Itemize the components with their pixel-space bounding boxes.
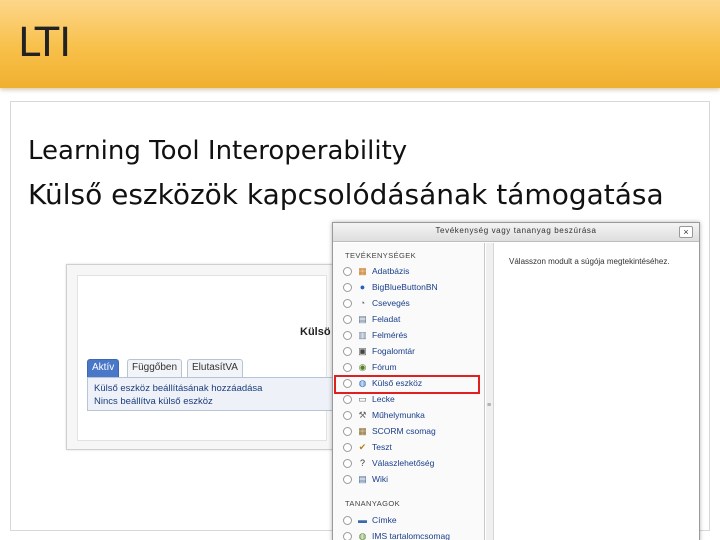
- module-item-assignment[interactable]: ▤ Feladat: [343, 312, 479, 327]
- subtitle-line-2: Külső eszközök kapcsolódásának támogatás…: [28, 178, 664, 211]
- bigbluebutton-icon: ●: [359, 282, 366, 292]
- forum-icon: ◉: [358, 362, 367, 372]
- radio-button[interactable]: [343, 283, 352, 292]
- background-screenshot: [66, 264, 336, 450]
- module-label: Fogalomtár: [372, 346, 415, 356]
- background-tab-panel: Külső eszköz beállításának hozzáadása Ni…: [87, 377, 336, 411]
- tab-active[interactable]: Aktív: [87, 359, 120, 377]
- module-list: TEVÉKENYSÉGEK ▦ Adatbázis ● BigBlueButto…: [333, 243, 485, 540]
- module-item-forum[interactable]: ◉ Fórum: [343, 360, 479, 375]
- module-label: Fórum: [372, 362, 397, 372]
- radio-button[interactable]: [343, 347, 352, 356]
- module-item-bigbluebutton[interactable]: ● BigBlueButtonBN: [343, 280, 479, 295]
- module-label: Lecke: [372, 394, 395, 404]
- module-label: BigBlueButtonBN: [372, 282, 438, 292]
- radio-button[interactable]: [343, 411, 352, 420]
- module-item-quiz[interactable]: ✔ Teszt: [343, 440, 479, 455]
- activities-heading: TEVÉKENYSÉGEK: [345, 251, 417, 260]
- module-item-wiki[interactable]: ▤ Wiki: [343, 472, 479, 487]
- survey-icon: ▥: [358, 330, 367, 340]
- radio-button[interactable]: [343, 267, 352, 276]
- radio-button[interactable]: [343, 516, 352, 525]
- radio-button[interactable]: [343, 315, 352, 324]
- module-label: Csevegés: [372, 298, 410, 308]
- radio-button[interactable]: [343, 299, 352, 308]
- module-item-glossary[interactable]: ▣ Fogalomtár: [343, 344, 479, 359]
- module-label: Külső eszköz: [372, 378, 423, 388]
- module-item-choice[interactable]: ? Válaszlehetőség: [343, 456, 479, 471]
- module-label: Adatbázis: [372, 266, 410, 276]
- radio-button[interactable]: [343, 331, 352, 340]
- module-label: Műhelymunka: [372, 410, 425, 420]
- module-item-lesson[interactable]: ▭ Lecke: [343, 392, 479, 407]
- background-heading: Külsö: [300, 326, 331, 338]
- slide-title-bar: LTI: [0, 0, 720, 88]
- quiz-icon: ✔: [358, 442, 367, 452]
- module-item-database[interactable]: ▦ Adatbázis: [343, 264, 479, 279]
- module-item-survey[interactable]: ▥ Felmérés: [343, 328, 479, 343]
- list-scrollbar[interactable]: ≡: [486, 243, 494, 540]
- scorm-icon: ▦: [358, 426, 367, 436]
- module-label: Felmérés: [372, 330, 408, 340]
- radio-button[interactable]: [343, 532, 352, 540]
- radio-button[interactable]: [343, 475, 352, 484]
- ims-package-icon: ◍: [358, 531, 367, 540]
- module-item-workshop[interactable]: ⚒ Műhelymunka: [343, 408, 479, 423]
- lesson-icon: ▭: [358, 394, 367, 404]
- chat-icon: ◔: [359, 298, 366, 308]
- database-icon: ▦: [358, 266, 367, 276]
- module-label: Wiki: [372, 474, 389, 484]
- module-label: Címke: [372, 515, 397, 525]
- choice-icon: ?: [359, 458, 365, 468]
- radio-button[interactable]: [343, 379, 352, 388]
- radio-button[interactable]: [343, 443, 352, 452]
- radio-button[interactable]: [343, 395, 352, 404]
- slide-title: LTI: [18, 20, 72, 66]
- resources-heading: TANANYAGOK: [345, 499, 400, 508]
- radio-button[interactable]: [343, 459, 352, 468]
- module-label: SCORM csomag: [372, 426, 436, 436]
- dialog-title: Tevékenység vagy tananyag beszúrása: [435, 226, 597, 235]
- scroll-handle[interactable]: ≡: [487, 401, 493, 411]
- add-activity-dialog: Tevékenység vagy tananyag beszúrása × TE…: [332, 222, 700, 540]
- module-label: Válaszlehetőség: [372, 458, 435, 468]
- external-tool-icon: ◍: [358, 378, 367, 388]
- module-item-ims-package[interactable]: ◍ IMS tartalomcsomag: [343, 529, 479, 540]
- module-item-chat[interactable]: ◔ Csevegés: [343, 296, 479, 311]
- module-item-external-tool[interactable]: ◍ Külső eszköz: [343, 376, 479, 391]
- wiki-icon: ▤: [358, 474, 367, 484]
- tab-pending[interactable]: Függőben: [127, 359, 183, 377]
- subtitle-line-1: Learning Tool Interoperability: [28, 136, 408, 166]
- background-screenshot-inner: [77, 275, 327, 441]
- assignment-icon: ▤: [358, 314, 367, 324]
- dialog-help-text: Válasszon modult a súgója megtekintéséhe…: [509, 257, 670, 266]
- radio-button[interactable]: [343, 363, 352, 372]
- tab-rejected[interactable]: ElutasítVA: [187, 359, 243, 377]
- radio-button[interactable]: [343, 427, 352, 436]
- dialog-close-button[interactable]: ×: [679, 226, 693, 238]
- module-label: Feladat: [372, 314, 401, 324]
- dialog-header: Tevékenység vagy tananyag beszúrása ×: [333, 223, 699, 242]
- glossary-icon: ▣: [358, 346, 367, 356]
- label-icon: ▬: [358, 515, 367, 525]
- module-item-scorm[interactable]: ▦ SCORM csomag: [343, 424, 479, 439]
- workshop-icon: ⚒: [358, 410, 367, 420]
- add-external-tool-link[interactable]: Külső eszköz beállításának hozzáadása: [94, 383, 262, 394]
- no-external-tool-text: Nincs beállítva külső eszköz: [94, 396, 213, 407]
- module-label: Teszt: [372, 442, 392, 452]
- module-label: IMS tartalomcsomag: [372, 531, 450, 540]
- module-item-label[interactable]: ▬ Címke: [343, 513, 479, 528]
